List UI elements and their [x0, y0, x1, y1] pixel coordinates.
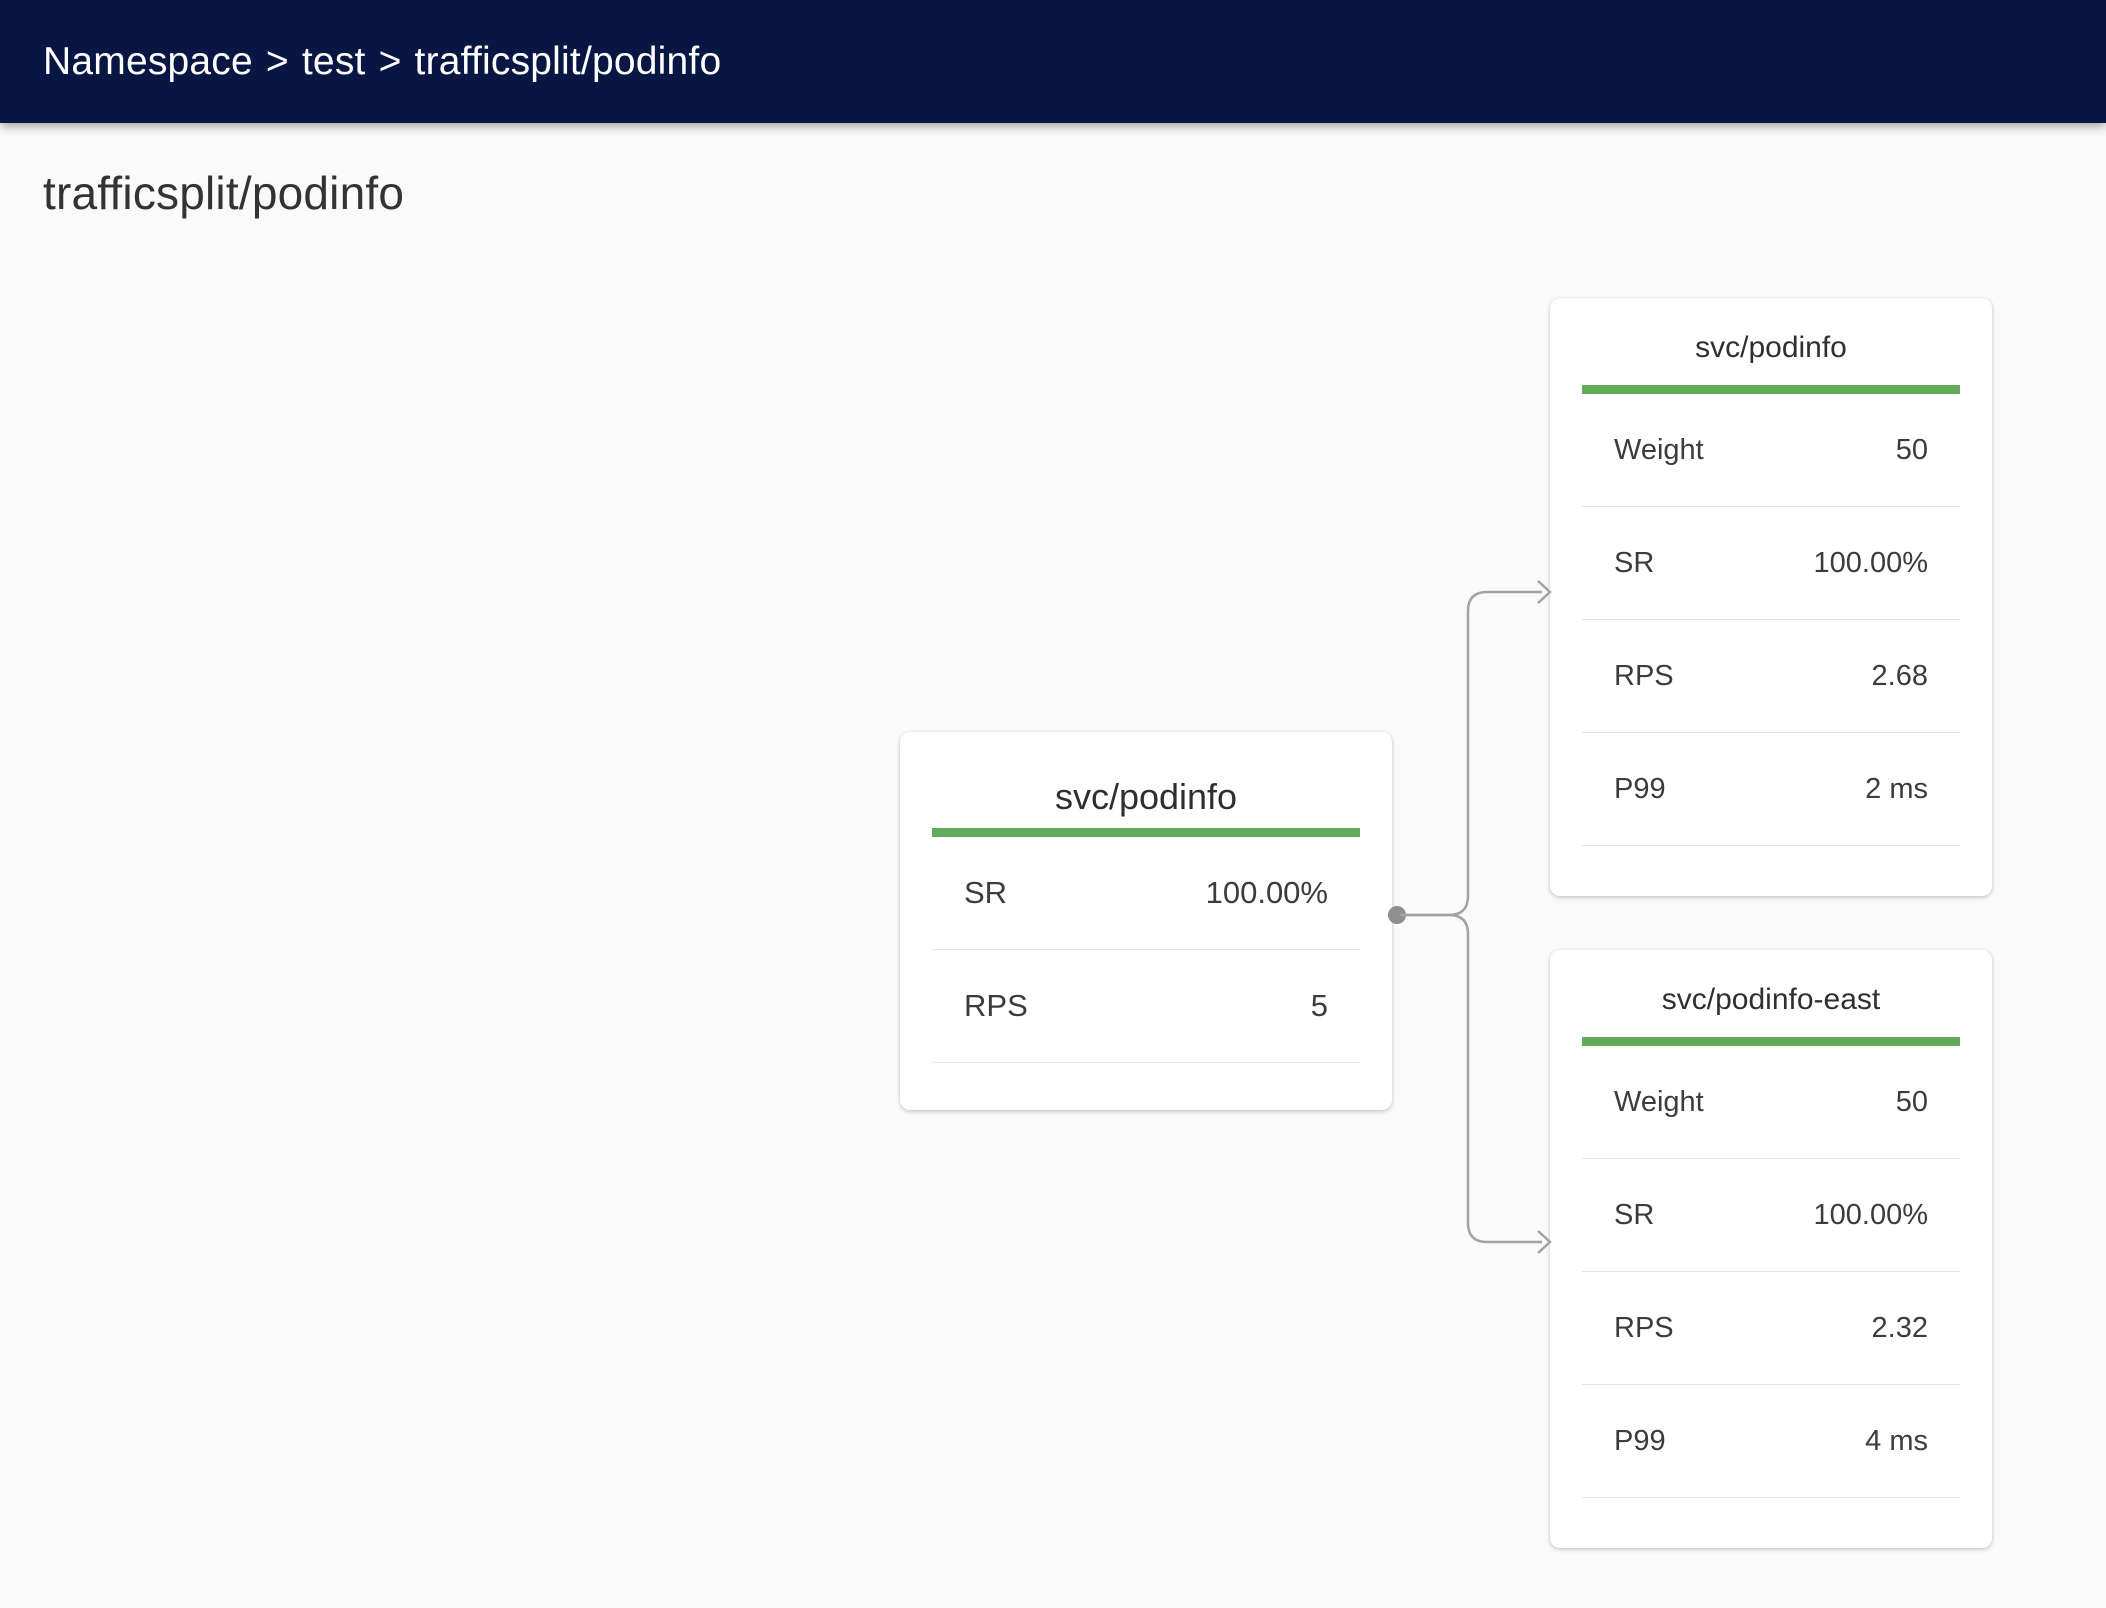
- breadcrumb-separator: >: [379, 40, 402, 83]
- metric-value: 100.00%: [1814, 547, 1929, 580]
- metric-row-sr: SR 100.00%: [932, 837, 1360, 950]
- metric-value: 5: [1311, 988, 1328, 1024]
- target-service-title[interactable]: svc/podinfo-east: [1550, 950, 1992, 1019]
- metric-value: 4 ms: [1865, 1425, 1928, 1458]
- metric-value: 50: [1896, 1086, 1928, 1119]
- edge-to-target-podinfo: [1400, 592, 1542, 915]
- split-target-card-podinfo: svc/podinfo Weight 50 SR 100.00% RPS 2.6…: [1550, 298, 1992, 896]
- split-target-card-podinfo-east: svc/podinfo-east Weight 50 SR 100.00% RP…: [1550, 950, 1992, 1548]
- success-rate-accent-bar: [1582, 385, 1960, 394]
- traffic-split-graph: trafficsplit/podinfo svc/podinfo SR 100.…: [0, 0, 2106, 1608]
- metric-value: 2.32: [1872, 1312, 1928, 1345]
- metric-value: 2 ms: [1865, 773, 1928, 806]
- arrowhead-icon: [1538, 581, 1550, 603]
- metric-label: Weight: [1614, 1086, 1704, 1119]
- success-rate-accent-bar: [1582, 1037, 1960, 1046]
- metric-label: SR: [1614, 547, 1654, 580]
- metric-label: RPS: [1614, 1312, 1674, 1345]
- metric-value: 100.00%: [1814, 1199, 1929, 1232]
- apex-service-card: svc/podinfo SR 100.00% RPS 5: [900, 732, 1392, 1110]
- metric-row-weight: Weight 50: [1582, 394, 1960, 507]
- metric-row-rps: RPS 5: [932, 950, 1360, 1063]
- metric-label: P99: [1614, 773, 1666, 806]
- metric-label: RPS: [1614, 660, 1674, 693]
- breadcrumb: Namespace > test > trafficsplit/podinfo: [43, 40, 721, 84]
- metric-label: P99: [1614, 1425, 1666, 1458]
- metric-row-sr: SR 100.00%: [1582, 1159, 1960, 1272]
- metric-row-sr: SR 100.00%: [1582, 507, 1960, 620]
- metric-value: 50: [1896, 434, 1928, 467]
- metric-value: 100.00%: [1206, 875, 1328, 911]
- metric-row-rps: RPS 2.32: [1582, 1272, 1960, 1385]
- breadcrumb-item-current: trafficsplit/podinfo: [415, 40, 722, 83]
- metric-value: 2.68: [1872, 660, 1928, 693]
- breadcrumb-item-namespace-name[interactable]: test: [302, 40, 366, 83]
- breadcrumb-separator: >: [266, 40, 289, 83]
- arrowhead-icon: [1538, 1231, 1550, 1253]
- target-service-title[interactable]: svc/podinfo: [1550, 298, 1992, 367]
- breadcrumb-item-namespace[interactable]: Namespace: [43, 40, 253, 83]
- page-title: trafficsplit/podinfo: [43, 166, 404, 220]
- metric-label: SR: [964, 875, 1007, 911]
- metric-row-rps: RPS 2.68: [1582, 620, 1960, 733]
- metric-label: SR: [1614, 1199, 1654, 1232]
- metric-row-p99: P99 2 ms: [1582, 733, 1960, 846]
- app-header: Namespace > test > trafficsplit/podinfo: [0, 0, 2106, 123]
- metric-label: Weight: [1614, 434, 1704, 467]
- metric-row-weight: Weight 50: [1582, 1046, 1960, 1159]
- success-rate-accent-bar: [932, 828, 1360, 837]
- edge-to-target-podinfo-east: [1400, 915, 1542, 1242]
- metric-label: RPS: [964, 988, 1028, 1024]
- apex-service-title[interactable]: svc/podinfo: [900, 732, 1392, 821]
- metric-row-p99: P99 4 ms: [1582, 1385, 1960, 1498]
